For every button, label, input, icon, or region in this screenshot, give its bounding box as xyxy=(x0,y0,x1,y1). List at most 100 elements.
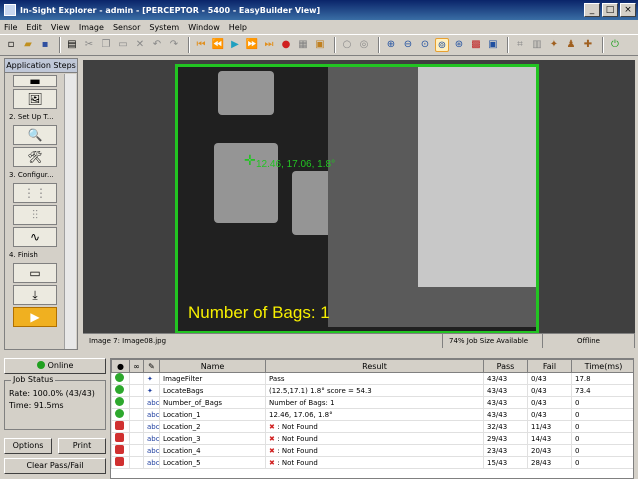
run-sensor-step-icon[interactable]: ▶ xyxy=(13,307,57,327)
delete-icon[interactable]: ✕ xyxy=(133,38,147,52)
name-cell[interactable]: Location_4 xyxy=(159,444,266,457)
table-row[interactable]: abc Number_of_Bags Number of Bags: 1 43/43 0… xyxy=(111,396,633,409)
print-icon[interactable]: ▤ xyxy=(65,38,79,52)
save-job-step-icon[interactable]: ⤓ xyxy=(13,285,57,305)
name-cell[interactable]: Location_2 xyxy=(159,420,266,433)
zoom-actual-icon[interactable]: ⊛ xyxy=(452,38,466,52)
table-row[interactable]: abc Location_2 ✖ : Not Found 32/43 11/43 0 xyxy=(111,420,633,433)
table-row[interactable]: ✦ LocateBags (12.5,17.1) 1.8° score = 54.3… xyxy=(111,384,633,397)
table-row[interactable]: ✦ ImageFilter Pass 43/43 0/43 17.8 xyxy=(111,372,633,385)
menu-image[interactable]: Image xyxy=(79,23,104,32)
last-image-icon[interactable]: ⏭ xyxy=(262,38,276,52)
table-row[interactable]: abc Location_5 ✖ : Not Found 15/43 28/43 0 xyxy=(111,456,633,469)
online-button[interactable]: Online xyxy=(4,358,106,374)
table-row[interactable]: abc Location_4 ✖ : Not Found 23/43 20/43 0 xyxy=(111,444,633,457)
step-finish-label: 4. Finish xyxy=(9,251,38,259)
type-column-header[interactable]: ✎ xyxy=(143,359,160,373)
menu-help[interactable]: Help xyxy=(229,23,247,32)
link-column-header[interactable]: ∞ xyxy=(129,359,144,373)
menu-edit[interactable]: Edit xyxy=(26,23,42,32)
link-cell xyxy=(129,396,144,409)
grid-icon[interactable]: ⌗ xyxy=(513,38,527,52)
pass-column-header[interactable]: Pass xyxy=(483,359,528,373)
status-indicator-cell xyxy=(111,456,130,469)
name-cell[interactable]: Location_1 xyxy=(159,408,266,421)
machine-plate-image xyxy=(418,67,536,287)
result-column-header[interactable]: Result xyxy=(265,359,484,373)
job-status-group: Job Status Rate: 100.0% (43/43) Time: 91… xyxy=(4,375,106,430)
filmstrip-icon[interactable]: ▦ xyxy=(296,38,310,52)
trigger-icon[interactable]: ○ xyxy=(340,38,354,52)
menu-sensor[interactable]: Sensor xyxy=(113,23,140,32)
next-image-icon[interactable]: ⏩ xyxy=(245,38,259,52)
paste-icon[interactable]: ▭ xyxy=(116,38,130,52)
camera-image[interactable]: ✛ 12.46, 17.06, 1.8° Number of Bags: 1 xyxy=(175,64,539,334)
filmstrip-step-icon[interactable]: ▭ xyxy=(13,263,57,283)
title-bar: In-Sight Explorer - admin - [PERCEPTOR -… xyxy=(0,0,638,20)
tools-step-icon[interactable]: 🛠 xyxy=(13,147,57,167)
locate-part-step-icon[interactable]: 🔍 xyxy=(13,125,57,145)
graphics-icon[interactable]: ▥ xyxy=(530,38,544,52)
zoom-fill-icon[interactable]: ⊚ xyxy=(435,38,449,52)
open-icon[interactable]: ▰ xyxy=(21,38,35,52)
table-row[interactable]: abc Location_3 ✖ : Not Found 29/43 14/43 0 xyxy=(111,432,633,445)
snapshot-icon[interactable]: ▣ xyxy=(313,38,327,52)
menu-system[interactable]: System xyxy=(149,23,179,32)
set-up-image-step-icon[interactable]: 🖼 xyxy=(13,89,57,109)
options-button[interactable]: Options xyxy=(4,438,52,454)
result-cell: ✖ : Not Found xyxy=(265,432,484,445)
left-panel-scrollbar[interactable] xyxy=(64,74,76,349)
maximize-button[interactable]: □ xyxy=(602,3,618,17)
play-icon[interactable]: ▶ xyxy=(228,38,242,52)
menu-view[interactable]: View xyxy=(51,23,70,32)
name-cell[interactable]: ImageFilter xyxy=(159,372,266,385)
cut-icon[interactable]: ✂ xyxy=(82,38,96,52)
communication-step-icon[interactable]: ∿ xyxy=(13,227,57,247)
pass-cell: 15/43 xyxy=(483,456,528,469)
zoom-out-icon[interactable]: ⊖ xyxy=(401,38,415,52)
menu-bar: File Edit View Image Sensor System Windo… xyxy=(0,20,638,34)
calibration-icon[interactable]: ▩ xyxy=(469,38,483,52)
save-icon[interactable]: ▪ xyxy=(38,38,52,52)
inputs-step-icon[interactable]: ⋮⋮ xyxy=(13,183,57,203)
name-cell[interactable]: Location_5 xyxy=(159,456,266,469)
users-icon[interactable]: ♟ xyxy=(564,38,578,52)
online-label: Online xyxy=(47,361,74,370)
status-column-header[interactable]: ● xyxy=(111,359,130,373)
live-icon[interactable]: ◎ xyxy=(357,38,371,52)
pass-status-icon xyxy=(115,373,124,382)
time-cell: 0 xyxy=(571,420,633,433)
fail-column-header[interactable]: Fail xyxy=(527,359,572,373)
outputs-step-icon[interactable]: ⫶⫶ xyxy=(13,205,57,225)
time-column-header[interactable]: Time(ms) xyxy=(571,359,633,373)
name-cell[interactable]: Location_3 xyxy=(159,432,266,445)
menu-window[interactable]: Window xyxy=(188,23,220,32)
location-overlay-text: 12.46, 17.06, 1.8° xyxy=(256,159,336,170)
new-icon[interactable]: ▫ xyxy=(4,38,18,52)
application-steps-header: Application Steps xyxy=(5,59,77,73)
undo-icon[interactable]: ↶ xyxy=(150,38,164,52)
record-icon[interactable]: ● xyxy=(279,38,293,52)
copy-icon[interactable]: ❐ xyxy=(99,38,113,52)
table-row[interactable]: abc Location_1 12.46, 17.06, 1.8° 43/43 0/43… xyxy=(111,408,633,421)
network-icon[interactable]: ✚ xyxy=(581,38,595,52)
display-icon[interactable]: ▣ xyxy=(486,38,500,52)
menu-file[interactable]: File xyxy=(4,23,17,32)
minimize-button[interactable]: _ xyxy=(584,3,600,17)
name-cell[interactable]: LocateBags xyxy=(159,384,266,397)
image-settings-step-icon[interactable]: ▬ xyxy=(13,74,57,88)
zoom-fit-icon[interactable]: ⊙ xyxy=(418,38,432,52)
first-image-icon[interactable]: ⏮ xyxy=(194,38,208,52)
link-cell xyxy=(129,408,144,421)
zoom-in-icon[interactable]: ⊕ xyxy=(384,38,398,52)
print-button[interactable]: Print xyxy=(58,438,106,454)
previous-image-icon[interactable]: ⏪ xyxy=(211,38,225,52)
pass-cell: 43/43 xyxy=(483,408,528,421)
online-toggle-icon[interactable]: ⏻ xyxy=(608,38,622,52)
redo-icon[interactable]: ↷ xyxy=(167,38,181,52)
name-column-header[interactable]: Name xyxy=(159,359,266,373)
close-button[interactable]: × xyxy=(620,3,636,17)
clear-pass-fail-button[interactable]: Clear Pass/Fail xyxy=(4,458,106,474)
tools-icon[interactable]: ✦ xyxy=(547,38,561,52)
name-cell[interactable]: Number_of_Bags xyxy=(159,396,266,409)
